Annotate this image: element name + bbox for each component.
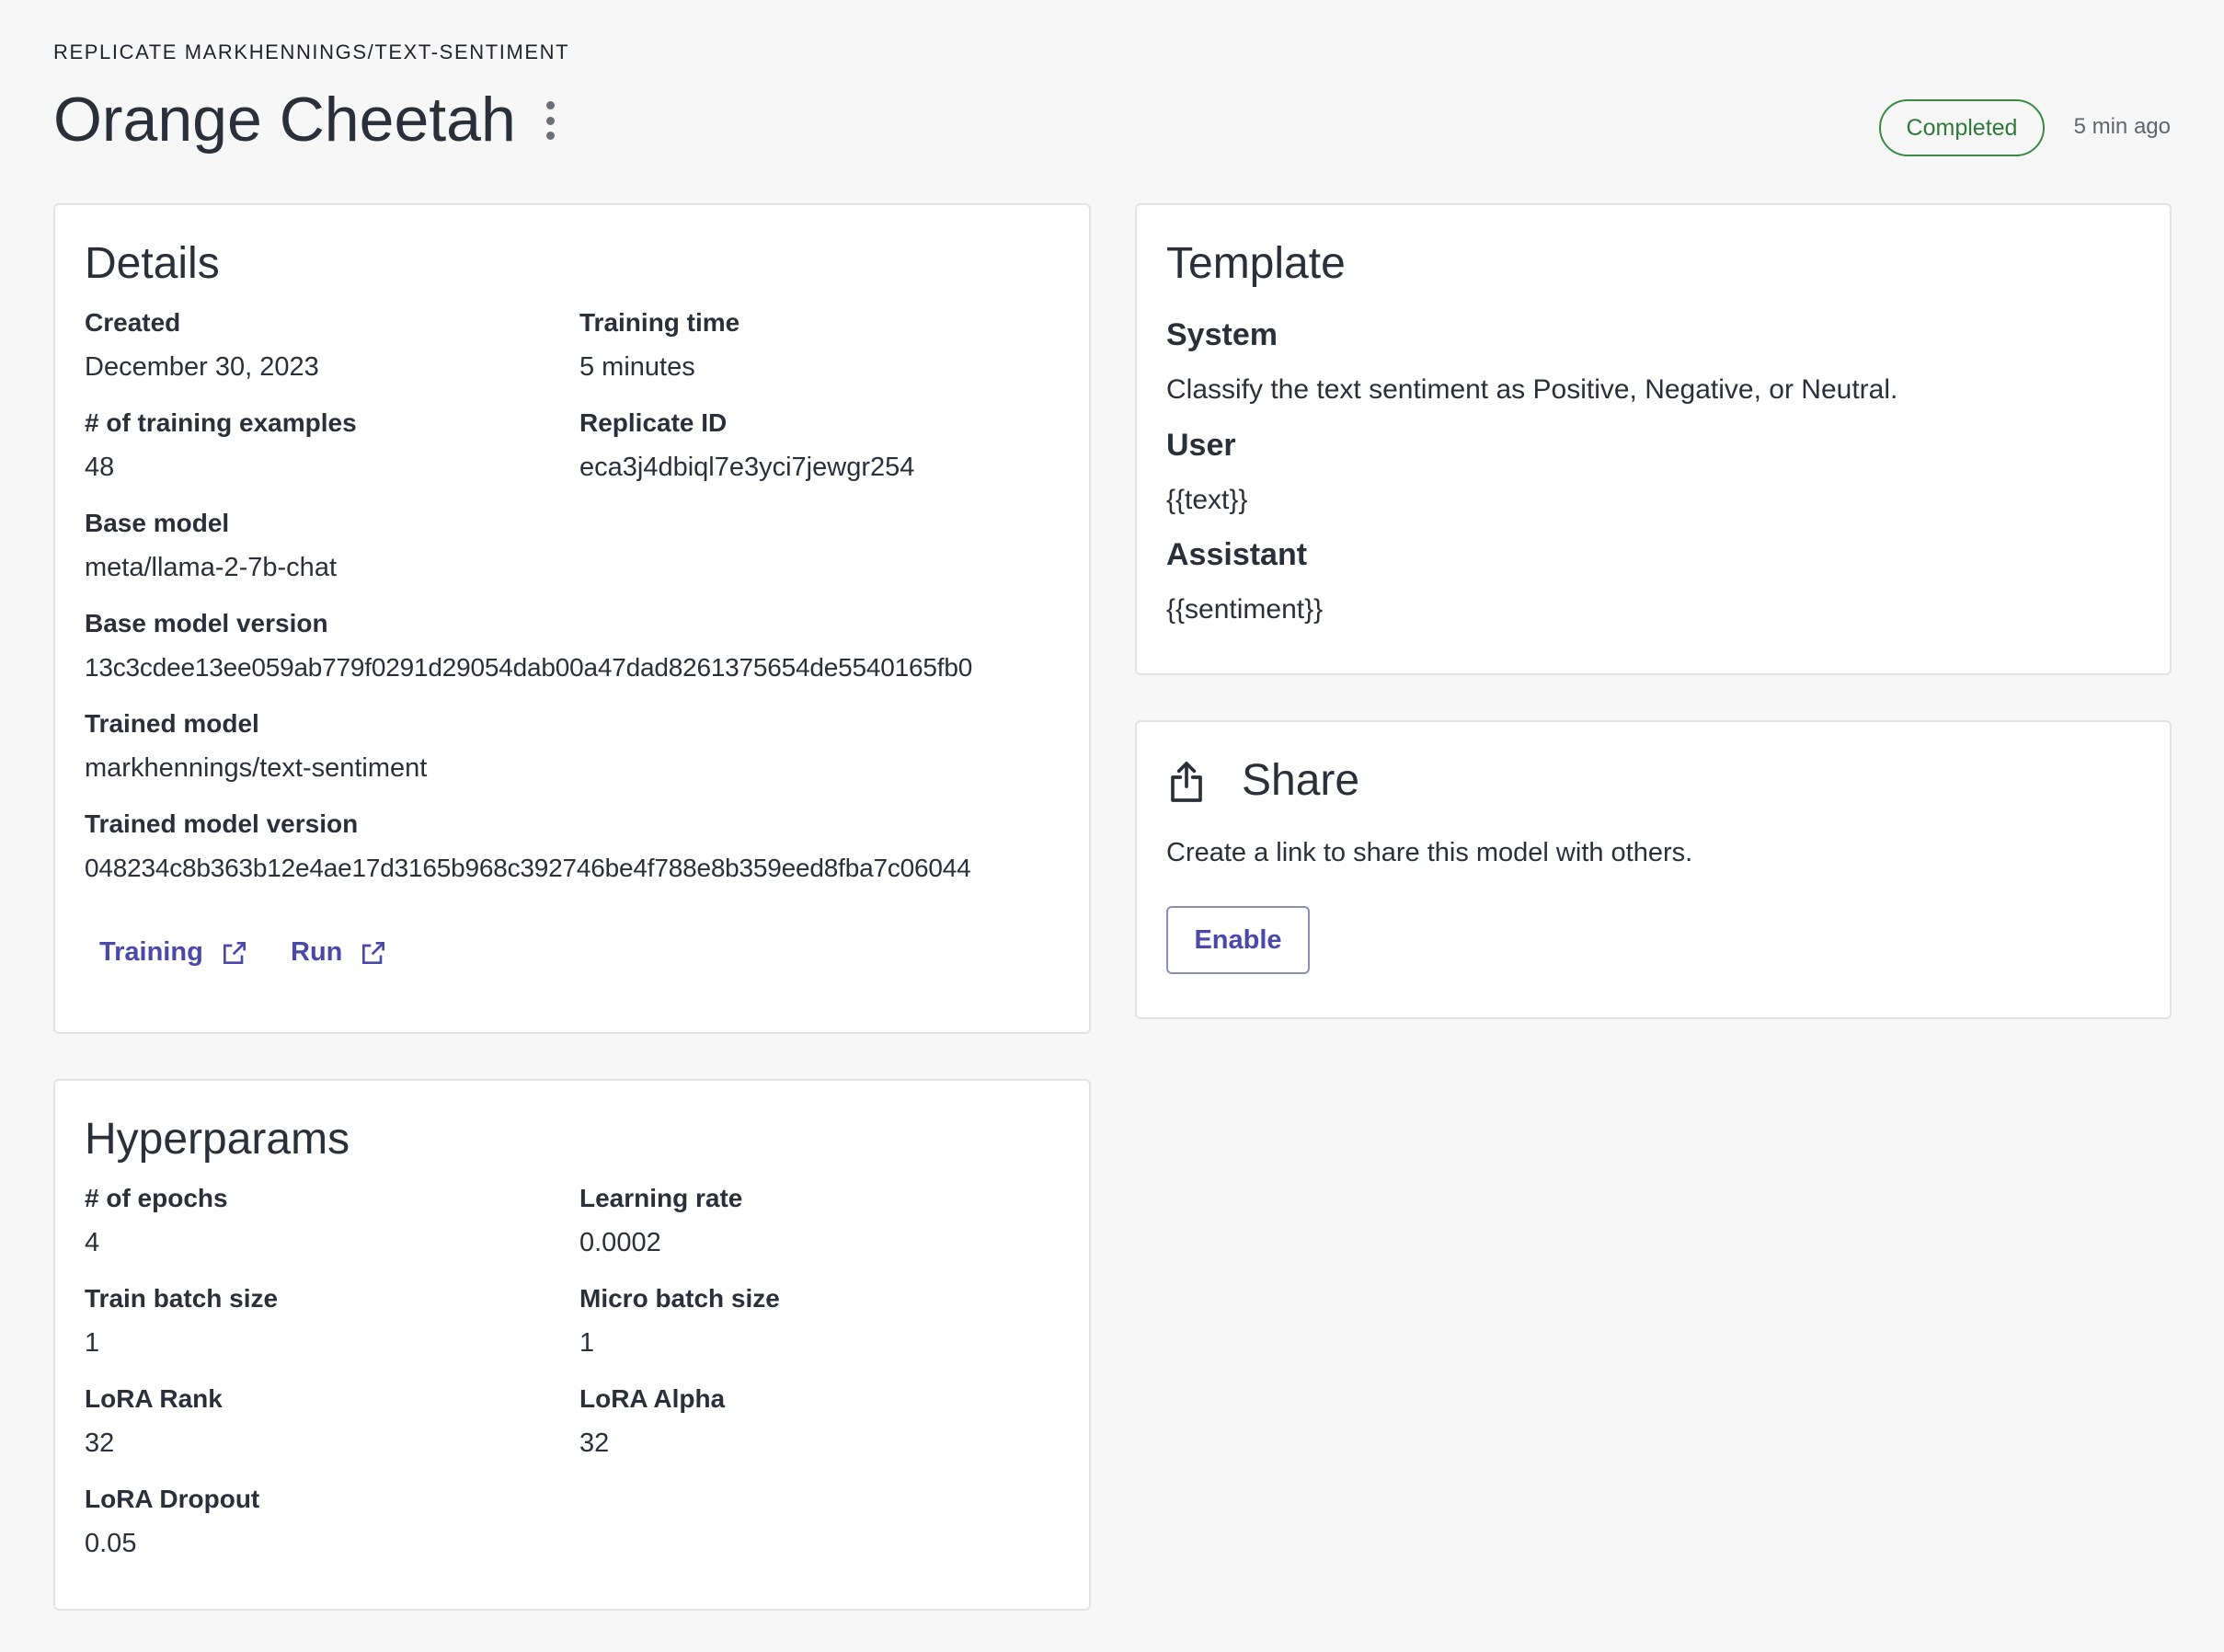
share-card: Share Create a link to share this model … — [1135, 720, 2172, 1019]
epochs-label: # of epochs — [85, 1184, 228, 1212]
lora-dropout-value: 0.05 — [85, 1529, 137, 1558]
learning-rate-label: Learning rate — [579, 1184, 743, 1212]
trained-model-version-field: Trained model version 048234c8b363b12e4a… — [85, 808, 971, 885]
system-label: System — [1166, 317, 1278, 352]
timestamp: 5 min ago — [2073, 114, 2171, 139]
trained-model-label: Trained model — [85, 709, 259, 738]
run-link-label: Run — [291, 937, 343, 967]
training-time-value: 5 minutes — [579, 352, 695, 382]
external-link-icon — [362, 941, 385, 964]
created-label: Created — [85, 308, 181, 337]
more-options-button[interactable] — [539, 101, 561, 140]
base-model-value: meta/llama-2-7b-chat — [85, 553, 337, 582]
examples-label: # of training examples — [85, 408, 357, 437]
assistant-text: {{sentiment}} — [1166, 594, 1324, 625]
run-link[interactable]: Run — [291, 937, 388, 968]
epochs-value: 4 — [85, 1228, 100, 1257]
training-time-label: Training time — [579, 308, 740, 337]
base-model-label: Base model — [85, 509, 230, 537]
template-card: Template System Classify the text sentim… — [1135, 203, 2172, 675]
details-title: Details — [85, 239, 220, 288]
base-model-version-field: Base model version 13c3cdee13ee059ab779f… — [85, 607, 972, 684]
replicate-id-label: Replicate ID — [579, 408, 728, 437]
trained-model-field: Trained model markhennings/text-sentimen… — [85, 707, 427, 785]
template-title: Template — [1166, 239, 1346, 288]
examples-value: 48 — [85, 453, 115, 482]
micro-batch-label: Micro batch size — [579, 1284, 780, 1313]
trained-model-value: markhennings/text-sentiment — [85, 753, 428, 783]
trained-model-version-label: Trained model version — [85, 809, 359, 838]
training-time-field: Training time 5 minutes — [579, 306, 739, 384]
created-value: December 30, 2023 — [85, 352, 319, 382]
status-badge: Completed — [1879, 99, 2045, 156]
lora-rank-field: LoRA Rank 32 — [85, 1382, 223, 1460]
system-text: Classify the text sentiment as Positive,… — [1166, 374, 1898, 405]
micro-batch-value: 1 — [579, 1328, 595, 1358]
enable-button[interactable]: Enable — [1166, 906, 1310, 974]
replicate-id-value: eca3j4dbiql7e3yci7jewgr254 — [579, 453, 915, 482]
share-icon — [1171, 762, 1202, 802]
base-model-version-label: Base model version — [85, 609, 328, 637]
train-batch-field: Train batch size 1 — [85, 1282, 278, 1359]
replicate-id-field: Replicate ID eca3j4dbiql7e3yci7jewgr254 — [579, 407, 914, 484]
details-card: Details Created December 30, 2023 Traini… — [53, 203, 1091, 1034]
trained-model-version-value: 048234c8b363b12e4ae17d3165b968c392746be4… — [85, 854, 971, 882]
lora-dropout-field: LoRA Dropout 0.05 — [85, 1483, 259, 1560]
training-link[interactable]: Training — [99, 937, 249, 968]
learning-rate-field: Learning rate 0.0002 — [579, 1182, 742, 1259]
lora-rank-label: LoRA Rank — [85, 1384, 223, 1413]
user-text: {{text}} — [1166, 485, 1248, 515]
train-batch-value: 1 — [85, 1328, 100, 1358]
learning-rate-value: 0.0002 — [579, 1228, 661, 1257]
more-vertical-icon — [545, 101, 555, 109]
training-link-label: Training — [99, 937, 203, 967]
user-label: User — [1166, 428, 1236, 463]
share-description: Create a link to share this model with o… — [1166, 838, 1693, 867]
share-title: Share — [1242, 756, 1360, 805]
page-title: Orange Cheetah — [53, 85, 516, 155]
lora-alpha-field: LoRA Alpha 32 — [579, 1382, 725, 1460]
base-model-version-value: 13c3cdee13ee059ab779f0291d29054dab00a47d… — [85, 653, 973, 682]
assistant-label: Assistant — [1166, 537, 1308, 572]
base-model-field: Base model meta/llama-2-7b-chat — [85, 507, 337, 584]
lora-alpha-label: LoRA Alpha — [579, 1384, 726, 1413]
lora-rank-value: 32 — [85, 1428, 115, 1458]
lora-alpha-value: 32 — [579, 1428, 610, 1458]
created-field: Created December 30, 2023 — [85, 306, 319, 384]
breadcrumb[interactable]: REPLICATE MARKHENNINGS/TEXT-SENTIMENT — [53, 40, 569, 64]
hyperparams-card: Hyperparams # of epochs 4 Learning rate … — [53, 1079, 1091, 1611]
lora-dropout-label: LoRA Dropout — [85, 1485, 260, 1513]
epochs-field: # of epochs 4 — [85, 1182, 228, 1259]
external-link-icon — [223, 941, 246, 964]
micro-batch-field: Micro batch size 1 — [579, 1282, 780, 1359]
examples-field: # of training examples 48 — [85, 407, 357, 484]
hyperparams-title: Hyperparams — [85, 1115, 350, 1164]
train-batch-label: Train batch size — [85, 1284, 279, 1313]
